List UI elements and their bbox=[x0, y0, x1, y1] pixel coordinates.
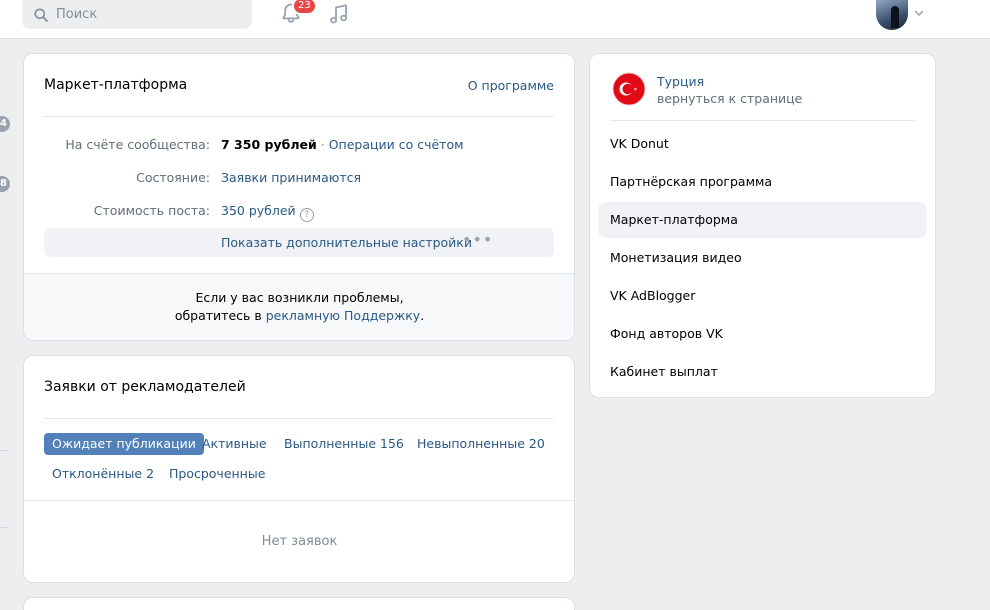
tab-label: Отклонённые bbox=[52, 466, 143, 481]
about-program-link[interactable]: О программе bbox=[468, 78, 554, 93]
help-text: обратитесь в bbox=[174, 308, 266, 323]
status-label: Состояние: bbox=[136, 170, 210, 185]
support-link[interactable]: рекламную Поддержку bbox=[266, 308, 421, 323]
tab-label: Ожидает публикации bbox=[52, 436, 196, 451]
market-platform-card: Маркет-платформа О программе На счёте со… bbox=[23, 53, 575, 341]
music-icon[interactable] bbox=[328, 3, 350, 25]
status-value[interactable]: Заявки принимаются bbox=[221, 170, 361, 185]
tab-rejected[interactable]: Отклонённые 2 bbox=[44, 463, 162, 485]
divider bbox=[44, 418, 554, 419]
help-block: Если у вас возникли проблемы, обратитесь… bbox=[24, 273, 574, 340]
sidebar-item-video-monetization[interactable]: Монетизация видео bbox=[598, 240, 927, 276]
community-name[interactable]: Турция bbox=[657, 74, 704, 89]
avatar[interactable] bbox=[876, 0, 908, 30]
back-to-page-link[interactable]: вернуться к странице bbox=[657, 91, 802, 106]
tab-label: Выполненные bbox=[284, 436, 377, 451]
help-line-2: обратитесь в рекламную Поддержку. bbox=[24, 307, 574, 325]
tab-label: Невыполненные bbox=[417, 436, 525, 451]
question-icon[interactable]: ? bbox=[299, 208, 314, 222]
balance-value: 7 350 рублей bbox=[221, 137, 317, 152]
sidebar-item-payouts[interactable]: Кабинет выплат bbox=[598, 354, 927, 390]
card-title: Маркет-платформа bbox=[44, 77, 188, 93]
tab-count: 2 bbox=[146, 466, 155, 481]
left-counter-badge: 8 bbox=[0, 176, 10, 192]
tab-active[interactable]: Активные bbox=[194, 433, 275, 455]
advertiser-requests-card: Заявки от рекламодателей Ожидает публика… bbox=[23, 355, 575, 583]
search-icon bbox=[34, 8, 48, 22]
search-input[interactable] bbox=[56, 7, 236, 22]
divider bbox=[24, 500, 574, 501]
balance-row: 7 350 рублей · Операции со счётом bbox=[221, 137, 464, 152]
separator: · bbox=[320, 137, 325, 152]
help-line-1: Если у вас возникли проблемы, bbox=[195, 290, 404, 305]
tab-count: 20 bbox=[528, 436, 545, 451]
divider bbox=[0, 450, 8, 451]
price-label: Стоимость поста: bbox=[93, 203, 210, 218]
tab-label: Просроченные bbox=[169, 466, 266, 481]
next-card bbox=[23, 597, 575, 610]
turkey-flag-icon[interactable] bbox=[612, 72, 646, 106]
price-row: 350 рублей? bbox=[221, 203, 314, 222]
operations-link[interactable]: Операции со счётом bbox=[329, 137, 464, 152]
tab-not-completed[interactable]: Невыполненные 20 bbox=[409, 433, 553, 455]
sidebar-menu: Турция вернуться к странице VK Donut Пар… bbox=[589, 53, 936, 398]
divider bbox=[0, 527, 8, 528]
show-more-settings-button[interactable]: Показать дополнительные настройки ••• bbox=[44, 228, 554, 257]
tab-expired[interactable]: Просроченные bbox=[161, 463, 273, 485]
tab-awaiting-publication[interactable]: Ожидает публикации bbox=[44, 433, 204, 455]
left-counter-badge: 4 bbox=[0, 116, 10, 132]
tab-completed[interactable]: Выполненные 156 bbox=[276, 433, 412, 455]
sidebar-item-market-platform[interactable]: Маркет-платформа bbox=[598, 202, 927, 238]
divider bbox=[44, 116, 554, 117]
price-value[interactable]: 350 рублей bbox=[221, 203, 296, 218]
notification-badge: 23 bbox=[292, 0, 317, 15]
tab-label: Активные bbox=[202, 436, 267, 451]
tab-count: 156 bbox=[380, 436, 404, 451]
more-dots-icon: ••• bbox=[462, 230, 494, 249]
chevron-down-icon[interactable] bbox=[914, 8, 924, 18]
sidebar-item-vk-donut[interactable]: VK Donut bbox=[598, 126, 927, 162]
empty-state: Нет заявок bbox=[261, 534, 338, 549]
sidebar-item-vk-adblogger[interactable]: VK AdBlogger bbox=[598, 278, 927, 314]
sidebar-item-authors-fund[interactable]: Фонд авторов VK bbox=[598, 316, 927, 352]
sidebar-item-partner-program[interactable]: Партнёрская программа bbox=[598, 164, 927, 200]
search-box[interactable] bbox=[22, 0, 252, 29]
show-more-settings-label: Показать дополнительные настройки bbox=[221, 235, 472, 250]
top-header: 23 bbox=[0, 0, 990, 39]
balance-label: На счёте сообщества: bbox=[65, 137, 210, 152]
card-title: Заявки от рекламодателей bbox=[44, 379, 246, 395]
divider bbox=[610, 120, 915, 121]
help-text: . bbox=[420, 308, 425, 323]
